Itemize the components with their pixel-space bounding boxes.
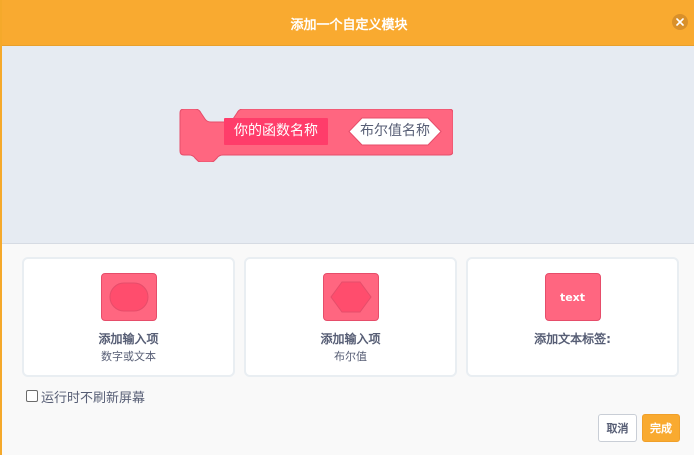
add-number-text-input-card[interactable]: 添加输入项 数字或文本 <box>22 257 235 377</box>
add-options: 添加输入项 数字或文本 添加输入项 布尔值 text 添加文本标签: <box>22 257 680 377</box>
dialog-header: 添加一个自定义模块 <box>2 0 694 46</box>
card-label: 添加输入项 <box>320 332 381 346</box>
boolean-input-field[interactable]: 布尔值名称 <box>348 117 442 146</box>
cancel-button[interactable]: 取消 <box>598 414 637 442</box>
hexagon-input-icon <box>322 273 379 321</box>
card-label: 添加文本标签: <box>534 332 611 346</box>
ok-button[interactable]: 完成 <box>642 414 680 442</box>
add-text-label-card[interactable]: text 添加文本标签: <box>466 257 679 377</box>
dialog-title: 添加一个自定义模块 <box>290 18 408 33</box>
boolean-input-label: 布尔值名称 <box>360 123 430 139</box>
block-name-field[interactable]: 你的函数名称 <box>224 118 328 145</box>
round-input-icon <box>100 273 157 321</box>
add-boolean-input-card[interactable]: 添加输入项 布尔值 <box>244 257 457 377</box>
text-icon-label: text <box>559 290 586 304</box>
close-icon <box>676 18 684 26</box>
close-button[interactable] <box>672 14 688 30</box>
custom-block-dialog: 添加一个自定义模块 你的函数名称 布尔值名称 添加输入项 数字或文本 添加输入项… <box>0 0 694 455</box>
run-without-refresh-option[interactable]: 运行时不刷新屏幕 <box>26 388 146 406</box>
text-label-icon: text <box>544 273 601 321</box>
run-without-refresh-label: 运行时不刷新屏幕 <box>41 390 146 406</box>
run-without-refresh-checkbox[interactable] <box>26 390 38 402</box>
card-sub-label: 布尔值 <box>334 350 367 363</box>
card-sub-label: 数字或文本 <box>101 350 156 363</box>
card-label: 添加输入项 <box>98 332 159 346</box>
